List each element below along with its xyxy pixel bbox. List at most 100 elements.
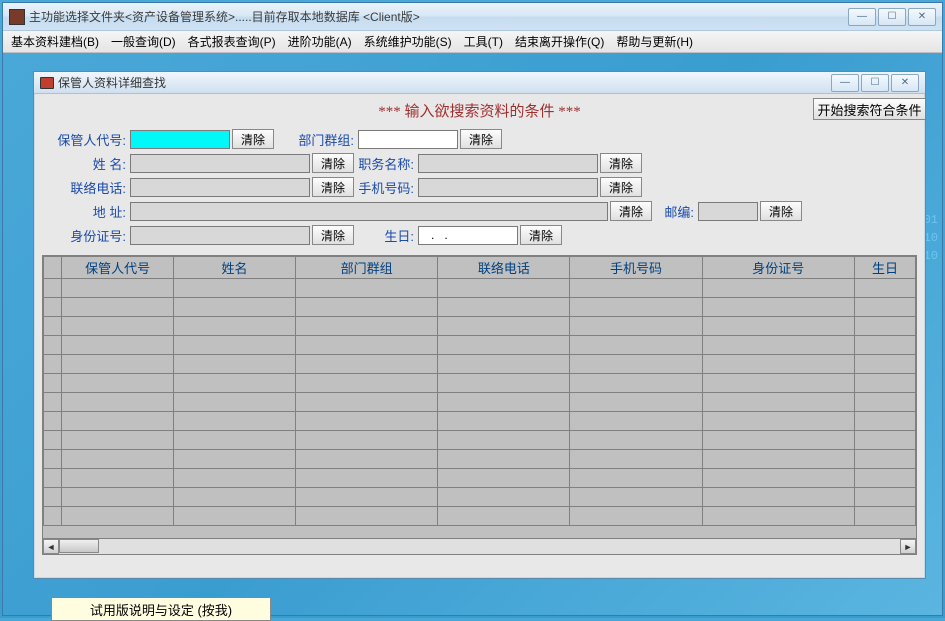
table-cell[interactable]	[570, 374, 702, 393]
table-row[interactable]	[44, 450, 916, 469]
table-cell[interactable]	[702, 469, 854, 488]
table-cell[interactable]	[702, 298, 854, 317]
col-phone[interactable]: 联络电话	[438, 257, 570, 279]
phone-input[interactable]	[130, 178, 310, 197]
maximize-button[interactable]: ☐	[878, 8, 906, 26]
name-input[interactable]	[130, 154, 310, 173]
table-cell[interactable]	[174, 336, 296, 355]
table-cell[interactable]	[570, 336, 702, 355]
dialog-close-button[interactable]: ✕	[891, 74, 919, 92]
table-cell[interactable]	[62, 279, 174, 298]
table-cell[interactable]	[438, 488, 570, 507]
clear-address-button[interactable]: 清除	[610, 201, 652, 221]
clear-postcode-button[interactable]: 清除	[760, 201, 802, 221]
table-cell[interactable]	[702, 412, 854, 431]
table-cell[interactable]	[570, 298, 702, 317]
table-cell[interactable]	[438, 374, 570, 393]
table-cell[interactable]	[854, 336, 915, 355]
dept-group-input[interactable]	[358, 130, 458, 149]
table-cell[interactable]	[702, 450, 854, 469]
start-search-button[interactable]: 开始搜索符合条件	[813, 98, 925, 120]
table-cell[interactable]	[296, 412, 438, 431]
table-cell[interactable]	[702, 431, 854, 450]
menu-item-tools[interactable]: 工具(T)	[464, 33, 503, 50]
table-cell[interactable]	[296, 317, 438, 336]
table-cell[interactable]	[854, 450, 915, 469]
table-cell[interactable]	[296, 298, 438, 317]
table-cell[interactable]	[854, 317, 915, 336]
clear-custodian-code-button[interactable]: 清除	[232, 129, 274, 149]
table-cell[interactable]	[62, 355, 174, 374]
table-cell[interactable]	[570, 412, 702, 431]
table-row[interactable]	[44, 355, 916, 374]
scroll-track[interactable]	[59, 539, 900, 554]
menu-item-query[interactable]: 一般查询(D)	[111, 33, 176, 50]
table-cell[interactable]	[62, 374, 174, 393]
table-cell[interactable]	[702, 336, 854, 355]
table-cell[interactable]	[62, 469, 174, 488]
table-row[interactable]	[44, 279, 916, 298]
table-row[interactable]	[44, 412, 916, 431]
col-idno[interactable]: 身份证号	[702, 257, 854, 279]
table-cell[interactable]	[62, 336, 174, 355]
menu-item-maintain[interactable]: 系统维护功能(S)	[364, 33, 452, 50]
table-cell[interactable]	[570, 507, 702, 526]
table-cell[interactable]	[296, 279, 438, 298]
table-cell[interactable]	[438, 336, 570, 355]
table-cell[interactable]	[62, 488, 174, 507]
table-cell[interactable]	[854, 412, 915, 431]
idno-input[interactable]	[130, 226, 310, 245]
table-cell[interactable]	[174, 431, 296, 450]
clear-dept-group-button[interactable]: 清除	[460, 129, 502, 149]
menu-item-report[interactable]: 各式报表查询(P)	[188, 33, 276, 50]
table-cell[interactable]	[570, 393, 702, 412]
table-cell[interactable]	[702, 488, 854, 507]
table-cell[interactable]	[62, 431, 174, 450]
table-cell[interactable]	[174, 317, 296, 336]
clear-phone-button[interactable]: 清除	[312, 177, 354, 197]
menu-item-quit[interactable]: 结束离开操作(Q)	[515, 33, 604, 50]
table-cell[interactable]	[296, 488, 438, 507]
table-cell[interactable]	[570, 279, 702, 298]
table-cell[interactable]	[702, 507, 854, 526]
table-cell[interactable]	[702, 374, 854, 393]
dialog-titlebar[interactable]: 保管人资料详细查找 — ☐ ✕	[34, 72, 925, 94]
table-cell[interactable]	[854, 298, 915, 317]
table-cell[interactable]	[174, 450, 296, 469]
col-name[interactable]: 姓名	[174, 257, 296, 279]
menu-item-basic[interactable]: 基本资料建档(B)	[11, 33, 99, 50]
table-cell[interactable]	[174, 469, 296, 488]
table-cell[interactable]	[62, 412, 174, 431]
horizontal-scrollbar[interactable]: ◄ ►	[43, 538, 916, 554]
table-cell[interactable]	[438, 431, 570, 450]
col-birthday[interactable]: 生日	[854, 257, 915, 279]
clear-birthday-button[interactable]: 清除	[520, 225, 562, 245]
table-row[interactable]	[44, 393, 916, 412]
table-cell[interactable]	[296, 393, 438, 412]
table-cell[interactable]	[854, 393, 915, 412]
postcode-input[interactable]	[698, 202, 758, 221]
table-cell[interactable]	[438, 412, 570, 431]
table-cell[interactable]	[854, 431, 915, 450]
col-dept-group[interactable]: 部门群组	[296, 257, 438, 279]
table-cell[interactable]	[174, 488, 296, 507]
table-row[interactable]	[44, 431, 916, 450]
table-cell[interactable]	[296, 336, 438, 355]
table-cell[interactable]	[438, 507, 570, 526]
table-cell[interactable]	[702, 317, 854, 336]
row-header[interactable]	[44, 257, 62, 279]
table-cell[interactable]	[854, 374, 915, 393]
table-cell[interactable]	[62, 393, 174, 412]
table-cell[interactable]	[62, 507, 174, 526]
menu-item-help[interactable]: 帮助与更新(H)	[616, 33, 693, 50]
table-cell[interactable]	[438, 317, 570, 336]
table-cell[interactable]	[702, 279, 854, 298]
table-row[interactable]	[44, 298, 916, 317]
scroll-left-button[interactable]: ◄	[43, 539, 59, 554]
table-cell[interactable]	[62, 298, 174, 317]
table-cell[interactable]	[296, 507, 438, 526]
clear-idno-button[interactable]: 清除	[312, 225, 354, 245]
close-button[interactable]: ✕	[908, 8, 936, 26]
table-cell[interactable]	[438, 279, 570, 298]
table-cell[interactable]	[174, 374, 296, 393]
